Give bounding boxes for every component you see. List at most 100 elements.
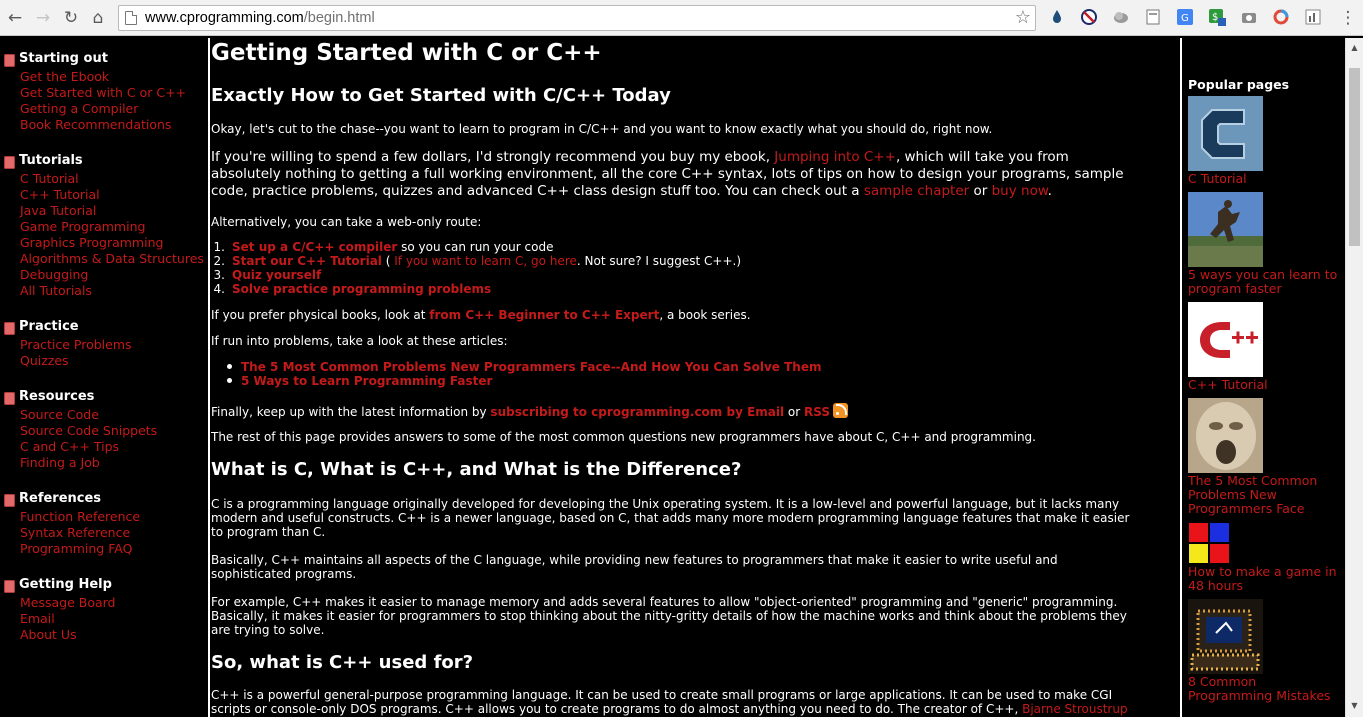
- nav-link[interactable]: Syntax Reference: [4, 525, 140, 541]
- popular-item-caption[interactable]: C++ Tutorial: [1188, 378, 1338, 392]
- nav-link[interactable]: Finding a Job: [4, 455, 157, 471]
- nav-link[interactable]: Get the Ebook: [4, 69, 186, 85]
- nav-link[interactable]: Function Reference: [4, 509, 140, 525]
- paragraph-line: For example, C++ makes it easier to mana…: [211, 595, 1118, 609]
- scrollbar-thumb[interactable]: [1349, 68, 1360, 246]
- popular-item-caption[interactable]: C Tutorial: [1188, 172, 1338, 186]
- url-text[interactable]: www.cprogramming.com/begin.html: [145, 10, 375, 26]
- translate-extension-icon[interactable]: G: [1176, 8, 1194, 26]
- book-series-link[interactable]: from C++ Beginner to C++ Expert: [429, 308, 659, 322]
- paragraph-line: Basically, C++ maintains all aspects of …: [211, 553, 1058, 567]
- browser-toolbar: ← → ↻ ⌂ www.cprogramming.com/begin.html …: [0, 0, 1363, 36]
- c-tutorial-link[interactable]: If you want to learn C, go here: [394, 254, 577, 268]
- runner-statue-thumbnail[interactable]: [1188, 192, 1263, 267]
- popular-item-caption[interactable]: 5 ways you can learn to program faster: [1188, 268, 1338, 296]
- popular-item[interactable]: C Tutorial: [1188, 96, 1338, 186]
- nav-link[interactable]: Programming FAQ: [4, 541, 140, 557]
- home-icon[interactable]: ⌂: [86, 6, 110, 30]
- section-title: Practice: [19, 319, 79, 334]
- forward-icon[interactable]: →: [31, 6, 55, 30]
- nav-link[interactable]: Source Code: [4, 407, 157, 423]
- cpp-tutorial-link[interactable]: Start our C++ Tutorial: [232, 254, 382, 268]
- practice-problems-link[interactable]: Solve practice programming problems: [232, 282, 491, 296]
- ring-extension-icon[interactable]: [1272, 8, 1290, 26]
- rss-link[interactable]: RSS: [804, 405, 830, 419]
- paragraph-line: Basically, it makes it easier for progra…: [211, 609, 1127, 623]
- cloud-extension-icon[interactable]: [1112, 8, 1130, 26]
- ebook-link[interactable]: Jumping into C++: [774, 149, 896, 165]
- paragraph-line: modern and useful constructs. C++ is a n…: [211, 511, 1130, 525]
- popular-item[interactable]: 5 ways you can learn to program faster: [1188, 192, 1338, 296]
- paragraph-line: to program than C.: [211, 525, 326, 539]
- popular-item[interactable]: How to make a game in 48 hours: [1188, 522, 1338, 593]
- main-content: Getting Started with C or C++ Exactly Ho…: [211, 38, 1179, 717]
- section-title: Getting Help: [19, 577, 112, 592]
- nav-link[interactable]: Get Started with C or C++: [4, 85, 186, 101]
- nav-link[interactable]: Book Recommendations: [4, 117, 186, 133]
- bookmark-star-icon[interactable]: ☆: [1015, 7, 1031, 28]
- email-subscribe-link[interactable]: subscribing to cprogramming.com by Email: [490, 405, 784, 419]
- vertical-scrollbar[interactable]: ▲ ▼: [1345, 38, 1363, 717]
- popular-item-caption[interactable]: How to make a game in 48 hours: [1188, 565, 1338, 593]
- scroll-up-icon[interactable]: ▲: [1346, 40, 1363, 56]
- left-sidebar: Starting out Get the Ebook Get Started w…: [0, 38, 208, 717]
- christmas-lights-thumbnail[interactable]: [1188, 599, 1263, 674]
- chart-extension-icon[interactable]: [1304, 8, 1322, 26]
- nav-link[interactable]: Debugging: [4, 267, 204, 283]
- rss-icon[interactable]: [833, 403, 848, 418]
- nav-section-tutorials: Tutorials C Tutorial C++ Tutorial Java T…: [4, 153, 204, 299]
- reload-icon[interactable]: ↻: [59, 6, 83, 30]
- books-paragraph: If you prefer physical books, look at fr…: [211, 308, 751, 322]
- nav-link[interactable]: Algorithms & Data Structures: [4, 251, 204, 267]
- popular-item-caption[interactable]: The 5 Most Common Problems New Programme…: [1188, 474, 1338, 516]
- stone-face-thumbnail[interactable]: [1188, 398, 1263, 473]
- popular-item[interactable]: The 5 Most Common Problems New Programme…: [1188, 398, 1338, 516]
- page-extension-icon[interactable]: [1144, 8, 1162, 26]
- nav-link[interactable]: Game Programming: [4, 219, 204, 235]
- block-extension-icon[interactable]: [1080, 8, 1098, 26]
- nav-link[interactable]: Message Board: [4, 595, 116, 611]
- nav-link[interactable]: About Us: [4, 627, 116, 643]
- nav-link[interactable]: Java Tutorial: [4, 203, 204, 219]
- svg-text:$: $: [1212, 12, 1218, 23]
- cpp-logo-thumbnail[interactable]: [1188, 302, 1263, 377]
- popular-pages-sidebar: Popular pages C Tutorial 5 ways you can …: [1184, 38, 1344, 717]
- nav-link[interactable]: Source Code Snippets: [4, 423, 157, 439]
- menu-icon[interactable]: ⋮: [1336, 6, 1360, 30]
- nav-link[interactable]: Quizzes: [4, 353, 132, 369]
- bullet-icon: [4, 322, 15, 335]
- camera-extension-icon[interactable]: [1240, 8, 1258, 26]
- droplet-extension-icon[interactable]: [1048, 8, 1066, 26]
- nav-section-references: References Function Reference Syntax Ref…: [4, 491, 140, 557]
- paragraph-line: sophisticated programs.: [211, 567, 357, 581]
- popular-item[interactable]: 8 Common Programming Mistakes: [1188, 599, 1338, 703]
- nav-link[interactable]: Email: [4, 611, 116, 627]
- scroll-down-icon[interactable]: ▼: [1346, 698, 1363, 714]
- sample-chapter-link[interactable]: sample chapter: [864, 183, 969, 199]
- stroustrup-link[interactable]: Bjarne Stroustrup: [1022, 702, 1128, 716]
- nav-link[interactable]: C Tutorial: [4, 171, 204, 187]
- nav-link[interactable]: All Tutorials: [4, 283, 204, 299]
- section-title: Resources: [19, 389, 95, 404]
- nav-link[interactable]: C and C++ Tips: [4, 439, 157, 455]
- c-letter-thumbnail[interactable]: [1188, 96, 1263, 171]
- compiler-link[interactable]: Set up a C/C++ compiler: [232, 240, 397, 254]
- nav-link[interactable]: Getting a Compiler: [4, 101, 186, 117]
- popular-item-caption[interactable]: 8 Common Programming Mistakes: [1188, 675, 1338, 703]
- quiz-link[interactable]: Quiz yourself: [232, 268, 321, 282]
- popular-item[interactable]: C++ Tutorial: [1188, 302, 1338, 392]
- article-link[interactable]: 5 Ways to Learn Programming Faster: [241, 374, 492, 388]
- article-link[interactable]: The 5 Most Common Problems New Programme…: [241, 360, 822, 374]
- nav-link[interactable]: Practice Problems: [4, 337, 132, 353]
- list-item: The 5 Most Common Problems New Programme…: [211, 360, 822, 374]
- intro-paragraph: Okay, let's cut to the chase--you want t…: [211, 122, 993, 136]
- color-squares-thumbnail[interactable]: [1188, 522, 1230, 564]
- dollar-extension-icon[interactable]: $: [1208, 8, 1226, 26]
- back-icon[interactable]: ←: [3, 6, 27, 30]
- address-bar[interactable]: www.cprogramming.com/begin.html ☆: [118, 5, 1036, 31]
- buy-now-link[interactable]: buy now: [992, 183, 1048, 199]
- nav-link[interactable]: Graphics Programming: [4, 235, 204, 251]
- bullet-icon: [227, 378, 232, 383]
- nav-link[interactable]: C++ Tutorial: [4, 187, 204, 203]
- svg-text:G: G: [1181, 13, 1189, 24]
